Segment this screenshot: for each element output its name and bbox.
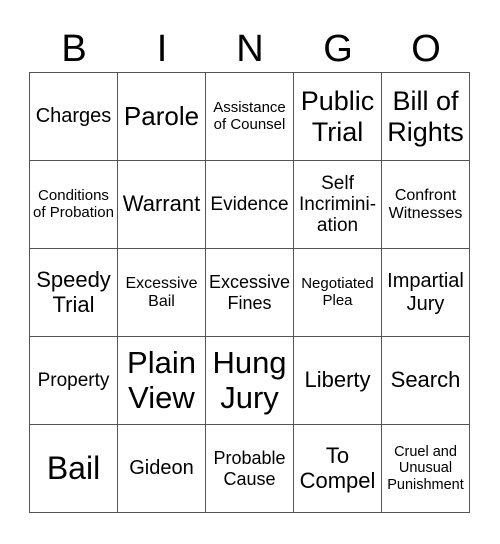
bingo-cell[interactable]: Gideon [117, 424, 206, 513]
bingo-cell[interactable]: Impartial Jury [381, 248, 470, 337]
bingo-cell[interactable]: Cruel and Unusual Punishment [381, 424, 470, 513]
header-letter-n: N [236, 28, 264, 70]
grid-row: Speedy Trial Excessive Bail Excessive Fi… [29, 248, 470, 337]
bingo-cell[interactable]: Warrant [117, 160, 206, 249]
bingo-header: B I N G O [30, 26, 470, 72]
bingo-cell[interactable]: Assistance of Counsel [205, 72, 294, 161]
bingo-cell[interactable]: Probable Cause [205, 424, 294, 513]
bingo-cell[interactable]: Plain View [117, 336, 206, 425]
bingo-cell[interactable]: Excessive Fines [205, 248, 294, 337]
bingo-cell[interactable]: Bill of Rights [381, 72, 470, 161]
grid-row: Property Plain View Hung Jury Liberty Se… [29, 336, 470, 425]
bingo-cell[interactable]: Hung Jury [205, 336, 294, 425]
grid-row: Bail Gideon Probable Cause To Compel Cru… [29, 424, 470, 513]
bingo-cell[interactable]: Negotiated Plea [293, 248, 382, 337]
bingo-cell[interactable]: Speedy Trial [29, 248, 118, 337]
header-letter-o: O [411, 28, 441, 70]
grid-row: Charges Parole Assistance of Counsel Pub… [29, 72, 470, 161]
bingo-cell[interactable]: Confront Witnesses [381, 160, 470, 249]
bingo-cell[interactable]: Bail [29, 424, 118, 513]
bingo-cell[interactable]: Property [29, 336, 118, 425]
header-letter-b: B [61, 28, 87, 70]
bingo-cell[interactable]: Excessive Bail [117, 248, 206, 337]
bingo-grid: Charges Parole Assistance of Counsel Pub… [29, 72, 470, 513]
bingo-cell[interactable]: Liberty [293, 336, 382, 425]
header-letter-i: I [156, 28, 168, 70]
bingo-cell[interactable]: Public Trial [293, 72, 382, 161]
bingo-cell[interactable]: Conditions of Probation [29, 160, 118, 249]
header-letter-g: G [323, 28, 353, 70]
bingo-cell[interactable]: Parole [117, 72, 206, 161]
bingo-cell[interactable]: Charges [29, 72, 118, 161]
bingo-cell[interactable]: Self Incrimini- ation [293, 160, 382, 249]
bingo-cell[interactable]: Evidence [205, 160, 294, 249]
bingo-cell[interactable]: To Compel [293, 424, 382, 513]
grid-row: Conditions of Probation Warrant Evidence… [29, 160, 470, 249]
bingo-cell[interactable]: Search [381, 336, 470, 425]
